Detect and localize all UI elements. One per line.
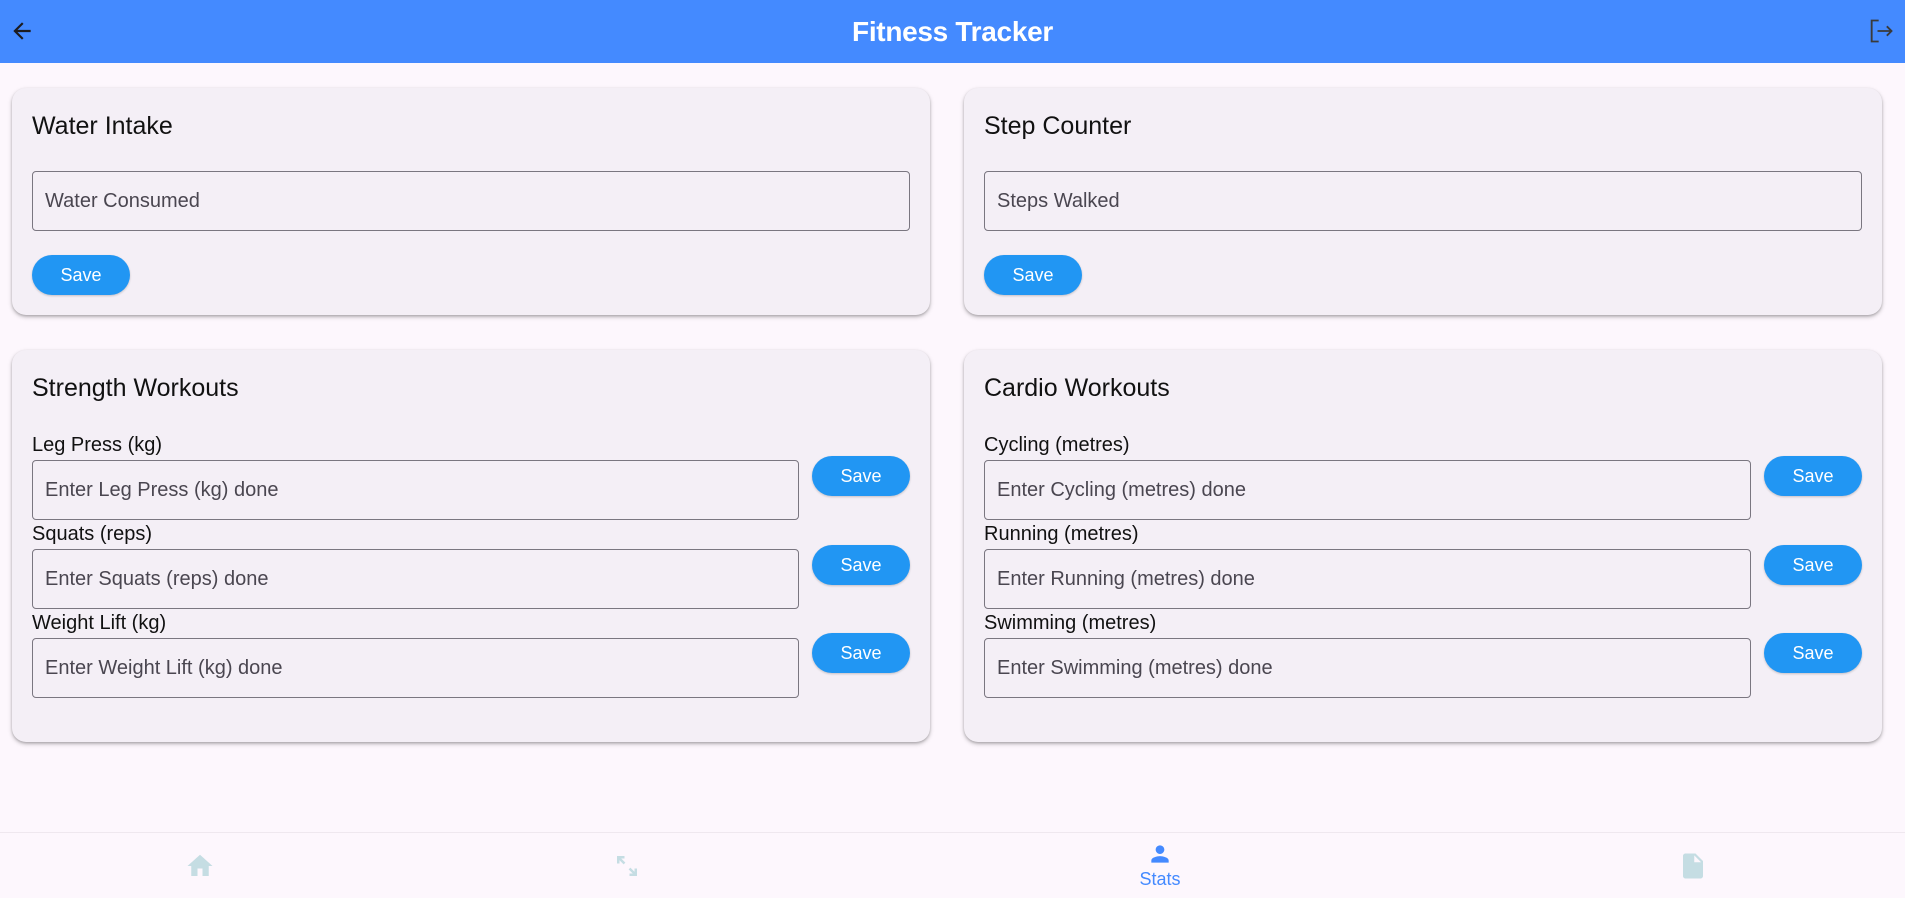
nav-item-document[interactable] [1643, 833, 1743, 898]
logout-icon [1870, 19, 1893, 43]
steps-walked-input[interactable] [984, 171, 1862, 231]
step-counter-title: Step Counter [984, 112, 1132, 140]
arrow-back-icon [13, 22, 31, 40]
nav-item-home[interactable] [150, 833, 250, 898]
swimming-label: Swimming (metres) [984, 612, 1157, 634]
document-icon [1683, 853, 1703, 878]
weight-lift-label: Weight Lift (kg) [32, 612, 167, 634]
cycling-save-button[interactable]: Save [1764, 456, 1862, 496]
swimming-input[interactable] [984, 638, 1751, 698]
squats-label: Squats (reps) [32, 523, 153, 545]
nav-item-expand[interactable] [577, 833, 677, 898]
cardio-workouts-title: Cardio Workouts [984, 374, 1170, 402]
home-icon [187, 854, 213, 876]
squats-save-button[interactable]: Save [812, 545, 910, 585]
weight-lift-input[interactable] [32, 638, 799, 698]
leg-press-save-button[interactable]: Save [812, 456, 910, 496]
person-icon [1151, 845, 1169, 863]
nav-item-stats[interactable]: Stats [1110, 833, 1210, 898]
expand-arrows-icon [617, 855, 637, 876]
running-save-button[interactable]: Save [1764, 545, 1862, 585]
back-button[interactable] [2, 11, 42, 51]
water-consumed-input[interactable] [32, 171, 910, 231]
step-counter-card: Step Counter Save [964, 88, 1882, 315]
running-input[interactable] [984, 549, 1751, 609]
steps-save-button[interactable]: Save [984, 255, 1082, 295]
cardio-workouts-card: Cardio Workouts Cycling (metres) Save Ru… [964, 350, 1882, 742]
water-intake-card: Water Intake Save [12, 88, 930, 315]
nav-label-stats: Stats [1139, 869, 1181, 889]
squats-input[interactable] [32, 549, 799, 609]
logout-button[interactable] [1861, 11, 1901, 51]
water-save-button[interactable]: Save [32, 255, 130, 295]
bottom-navigation: Stats [0, 832, 1905, 897]
water-intake-title: Water Intake [32, 112, 173, 140]
leg-press-input[interactable] [32, 460, 799, 520]
strength-workouts-card: Strength Workouts Leg Press (kg) Save Sq… [12, 350, 930, 742]
strength-workouts-title: Strength Workouts [32, 374, 239, 402]
cycling-label: Cycling (metres) [984, 434, 1130, 456]
weight-lift-save-button[interactable]: Save [812, 633, 910, 673]
cycling-input[interactable] [984, 460, 1751, 520]
app-bar: Fitness Tracker [0, 0, 1905, 63]
app-title: Fitness Tracker [852, 15, 1053, 47]
swimming-save-button[interactable]: Save [1764, 633, 1862, 673]
leg-press-label: Leg Press (kg) [32, 434, 163, 456]
running-label: Running (metres) [984, 523, 1139, 545]
